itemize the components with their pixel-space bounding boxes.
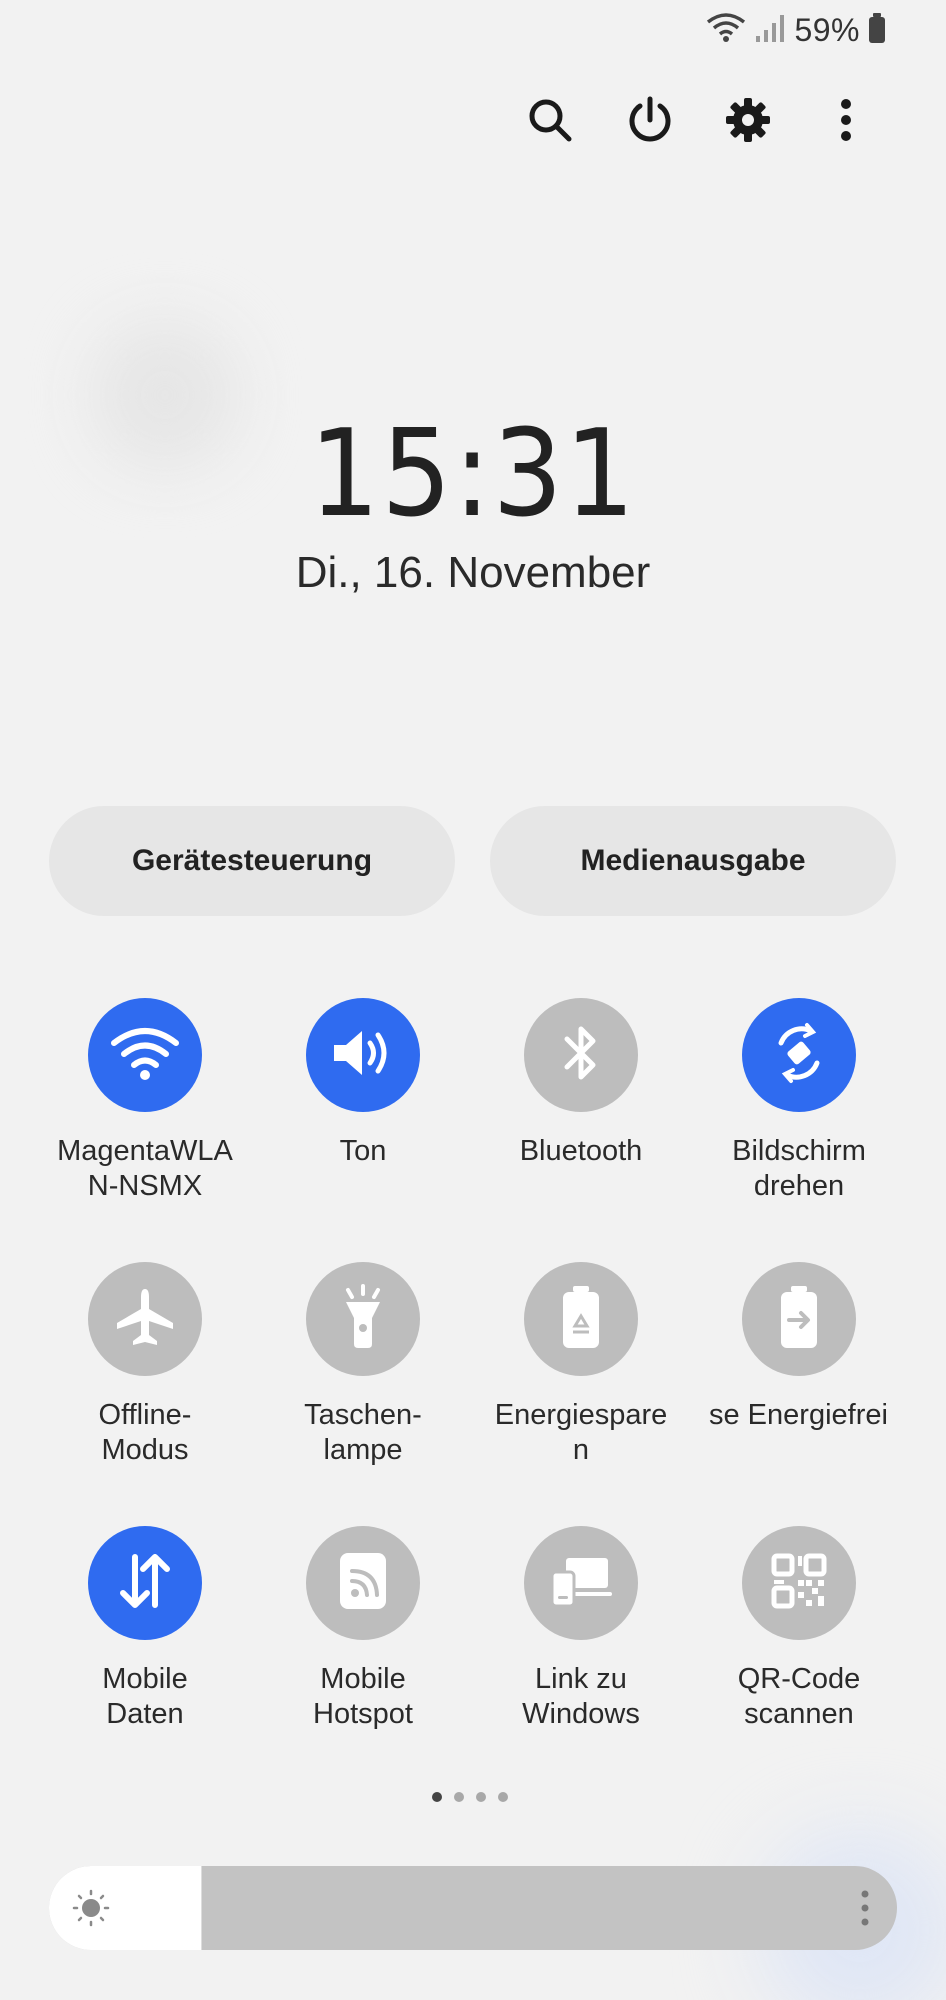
tile-qr-scan-toggle[interactable]	[742, 1526, 856, 1640]
tile-hotspot-toggle[interactable]	[306, 1526, 420, 1640]
tile-flashlight-label: Taschen- lampe	[304, 1399, 422, 1466]
wifi-icon	[110, 1025, 180, 1086]
settings-gear-icon	[724, 96, 772, 149]
quick-panel-actions	[520, 92, 860, 152]
tile-link-windows[interactable]: Link zu Windows	[472, 1526, 690, 1732]
brightness-slider[interactable]	[49, 1866, 897, 1950]
tile-qr-scan-label: QR-Code scannen	[737, 1663, 861, 1730]
battery-icon	[868, 12, 886, 49]
mobile-data-icon	[115, 1551, 175, 1616]
status-bar: 59%	[706, 10, 886, 50]
settings-button[interactable]	[718, 92, 778, 152]
bluetooth-icon	[561, 1023, 601, 1088]
hotspot-icon	[338, 1551, 388, 1616]
tile-bluetooth-label: Bluetooth	[519, 1135, 643, 1167]
brightness-options-icon[interactable]	[855, 1886, 875, 1930]
tile-rotate-label: Bildschirm drehen	[732, 1135, 866, 1202]
tile-rotate[interactable]: Bildschirm drehen	[690, 998, 908, 1204]
media-output-button[interactable]: Medienausgabe	[490, 806, 896, 916]
battery-share-icon	[777, 1284, 821, 1355]
tile-flashlight[interactable]: Taschen- lampe	[254, 1262, 472, 1468]
signal-icon	[754, 12, 786, 49]
tile-link-windows-toggle[interactable]	[524, 1526, 638, 1640]
tile-flashlight-toggle[interactable]	[306, 1262, 420, 1376]
tile-hotspot-label: Mobile Hotspot	[313, 1663, 413, 1730]
battery-saver-icon	[559, 1284, 603, 1355]
tile-wifi-label: MagentaWLA N-NSMX	[57, 1135, 233, 1202]
link-windows-icon	[548, 1554, 614, 1613]
tile-power-saving[interactable]: Energiespare n	[472, 1262, 690, 1468]
tile-mobile-data-toggle[interactable]	[88, 1526, 202, 1640]
flashlight-icon	[338, 1283, 388, 1355]
page-dot[interactable]	[454, 1792, 464, 1802]
power-icon	[626, 96, 674, 149]
tile-sound[interactable]: Ton	[254, 998, 472, 1169]
device-control-button[interactable]: Gerätesteuerung	[49, 806, 455, 916]
tile-airplane-label: Offline- Modus	[98, 1399, 192, 1466]
search-button[interactable]	[520, 92, 580, 152]
tile-power-saving-label: Energiespare n	[494, 1399, 668, 1466]
rotate-icon	[767, 1021, 831, 1090]
tile-wifi[interactable]: MagentaWLA N-NSMX	[36, 998, 254, 1204]
tile-airplane-toggle[interactable]	[88, 1262, 202, 1376]
page-dot[interactable]	[476, 1792, 486, 1802]
tile-wifi-toggle[interactable]	[88, 998, 202, 1112]
tile-mobile-data[interactable]: Mobile Daten	[36, 1526, 254, 1732]
tile-sound-label: Ton	[339, 1135, 387, 1167]
more-options-button[interactable]	[816, 92, 876, 152]
qr-code-icon	[770, 1552, 828, 1615]
battery-percentage: 59%	[794, 11, 860, 48]
tile-hotspot[interactable]: Mobile Hotspot	[254, 1526, 472, 1732]
search-icon	[526, 96, 574, 149]
tile-qr-scan[interactable]: QR-Code scannen	[690, 1526, 908, 1732]
sun-icon	[71, 1888, 111, 1928]
speaker-icon	[330, 1025, 396, 1086]
tile-wireless-powershare[interactable]: se Energiefreig	[690, 1262, 908, 1433]
tile-rotate-toggle[interactable]	[742, 998, 856, 1112]
airplane-icon	[113, 1285, 177, 1354]
more-vert-icon	[838, 96, 854, 149]
tile-link-windows-label: Link zu Windows	[522, 1663, 640, 1730]
tile-bluetooth[interactable]: Bluetooth	[472, 998, 690, 1169]
wifi-icon	[706, 12, 746, 49]
page-dot[interactable]	[432, 1792, 442, 1802]
page-dot[interactable]	[498, 1792, 508, 1802]
power-button[interactable]	[620, 92, 680, 152]
tile-mobile-data-label: Mobile Daten	[102, 1663, 188, 1730]
tile-wireless-powershare-label: se Energiefreig	[709, 1399, 889, 1431]
tile-wireless-powershare-toggle[interactable]	[742, 1262, 856, 1376]
clock-date: Di., 16. November	[295, 548, 651, 597]
tile-bluetooth-toggle[interactable]	[524, 998, 638, 1112]
clock-time: 15:31	[309, 405, 637, 544]
tile-sound-toggle[interactable]	[306, 998, 420, 1112]
tile-airplane[interactable]: Offline- Modus	[36, 1262, 254, 1468]
tile-power-saving-toggle[interactable]	[524, 1262, 638, 1376]
page-indicator	[432, 1792, 508, 1802]
